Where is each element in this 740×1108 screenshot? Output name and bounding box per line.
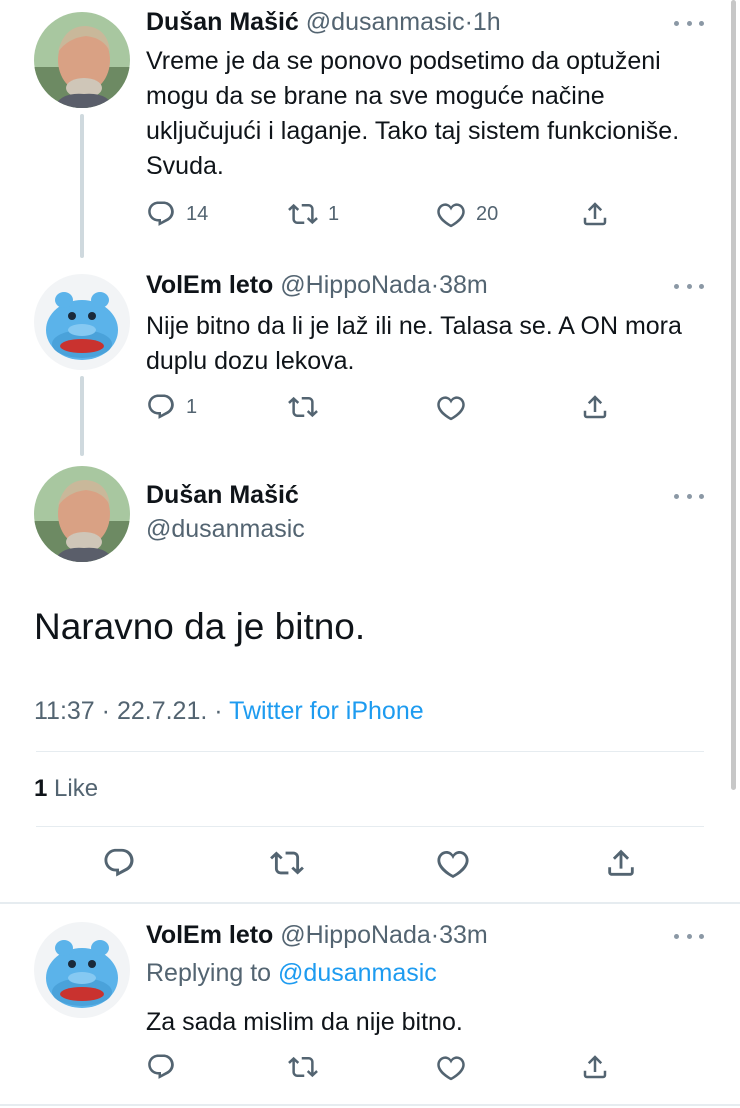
- main-tweet-text: Naravno da je bitno.: [34, 606, 366, 647]
- tweet-text: Vreme je da se ponovo podsetimo da optuž…: [146, 47, 680, 180]
- reply-icon: [146, 392, 176, 422]
- timestamp[interactable]: 38m: [439, 271, 488, 299]
- heart-icon: [436, 199, 466, 229]
- replying-prefix: Replying to: [146, 959, 272, 987]
- tweet-header: Dušan Mašić @dusanmasic·1h: [146, 8, 501, 37]
- replying-to: Replying to @dusanmasic: [146, 959, 437, 988]
- retweet-icon: [288, 392, 318, 422]
- like-button[interactable]: [436, 846, 470, 880]
- reply-icon: [146, 199, 176, 229]
- retweet-count: 1: [328, 202, 340, 225]
- heart-icon: [436, 846, 470, 880]
- like-count: 20: [476, 202, 499, 225]
- tweet-date: 22.7.21.: [116, 697, 208, 725]
- more-dots-icon[interactable]: [674, 18, 704, 28]
- share-button[interactable]: [580, 1052, 610, 1082]
- retweet-icon: [288, 199, 318, 229]
- display-name[interactable]: Dušan Mašić: [146, 8, 299, 36]
- heart-icon: [436, 1052, 466, 1082]
- like-button[interactable]: 20: [436, 199, 498, 229]
- reply-button[interactable]: 14: [146, 199, 208, 229]
- separator: ·: [430, 921, 440, 949]
- reply-button[interactable]: [146, 1052, 176, 1082]
- more-dots-icon[interactable]: [674, 281, 704, 291]
- share-icon: [580, 199, 610, 229]
- tweet-text: Nije bitno da li je laž ili ne. Talasa s…: [146, 312, 682, 375]
- separator: ·: [214, 697, 223, 725]
- section-divider: [0, 902, 740, 904]
- reply-button[interactable]: 1: [146, 392, 197, 422]
- share-icon: [580, 392, 610, 422]
- thread-line-2: [80, 376, 84, 456]
- share-icon: [604, 846, 638, 880]
- share-button[interactable]: [580, 199, 610, 229]
- like-label: Like: [54, 775, 99, 802]
- tweet-time: 11:37: [34, 697, 95, 725]
- reply-count: 1: [186, 395, 198, 418]
- avatar[interactable]: [34, 466, 130, 562]
- display-name[interactable]: VolEm leto: [146, 271, 273, 299]
- share-button[interactable]: [580, 392, 610, 422]
- avatar[interactable]: [34, 922, 130, 1018]
- tweet-header: VolEm leto @HippoNada·38m: [146, 271, 488, 300]
- reply-icon: [102, 846, 136, 880]
- divider: [36, 751, 704, 752]
- separator: ·: [430, 271, 440, 299]
- retweet-icon: [288, 1052, 318, 1082]
- more-dots-icon[interactable]: [674, 931, 704, 941]
- separator: ·: [464, 8, 473, 36]
- retweet-button[interactable]: [288, 1052, 318, 1082]
- share-icon: [580, 1052, 610, 1082]
- heart-icon: [436, 392, 466, 422]
- handle[interactable]: @dusanmasic: [146, 515, 305, 544]
- tweet-meta: 11:37 · 22.7.21. · Twitter for iPhone: [34, 697, 424, 726]
- display-name[interactable]: Dušan Mašić: [146, 481, 299, 510]
- replying-to-handle[interactable]: @dusanmasic: [278, 959, 437, 987]
- like-button[interactable]: [436, 392, 466, 422]
- handle[interactable]: @dusanmasic: [306, 8, 465, 36]
- tweet-source-link[interactable]: Twitter for iPhone: [229, 697, 424, 725]
- share-button[interactable]: [604, 846, 638, 880]
- avatar[interactable]: [34, 12, 130, 108]
- reply-icon: [146, 1052, 176, 1082]
- separator: ·: [101, 697, 110, 725]
- timestamp[interactable]: 1h: [473, 8, 501, 36]
- handle[interactable]: @HippoNada: [280, 271, 430, 299]
- thread-line-1: [80, 114, 84, 258]
- divider: [36, 826, 704, 827]
- retweet-button[interactable]: 1: [288, 199, 339, 229]
- scrollbar[interactable]: [731, 0, 736, 790]
- display-name[interactable]: VolEm leto: [146, 921, 273, 949]
- retweet-icon: [270, 846, 304, 880]
- retweet-button[interactable]: [288, 392, 318, 422]
- tweet-header: VolEm leto @HippoNada·33m: [146, 921, 488, 950]
- bottom-divider: [0, 1104, 740, 1106]
- avatar[interactable]: [34, 274, 130, 370]
- likes-stat[interactable]: 1 Like: [34, 775, 98, 803]
- handle[interactable]: @HippoNada: [280, 921, 430, 949]
- like-button[interactable]: [436, 1052, 466, 1082]
- retweet-button[interactable]: [270, 846, 304, 880]
- reply-count: 14: [186, 202, 209, 225]
- tweet-text: Za sada mislim da nije bitno.: [146, 1008, 463, 1036]
- more-dots-icon[interactable]: [674, 491, 704, 501]
- reply-button[interactable]: [102, 846, 136, 880]
- timestamp[interactable]: 33m: [439, 921, 488, 949]
- like-count: 1: [34, 775, 48, 802]
